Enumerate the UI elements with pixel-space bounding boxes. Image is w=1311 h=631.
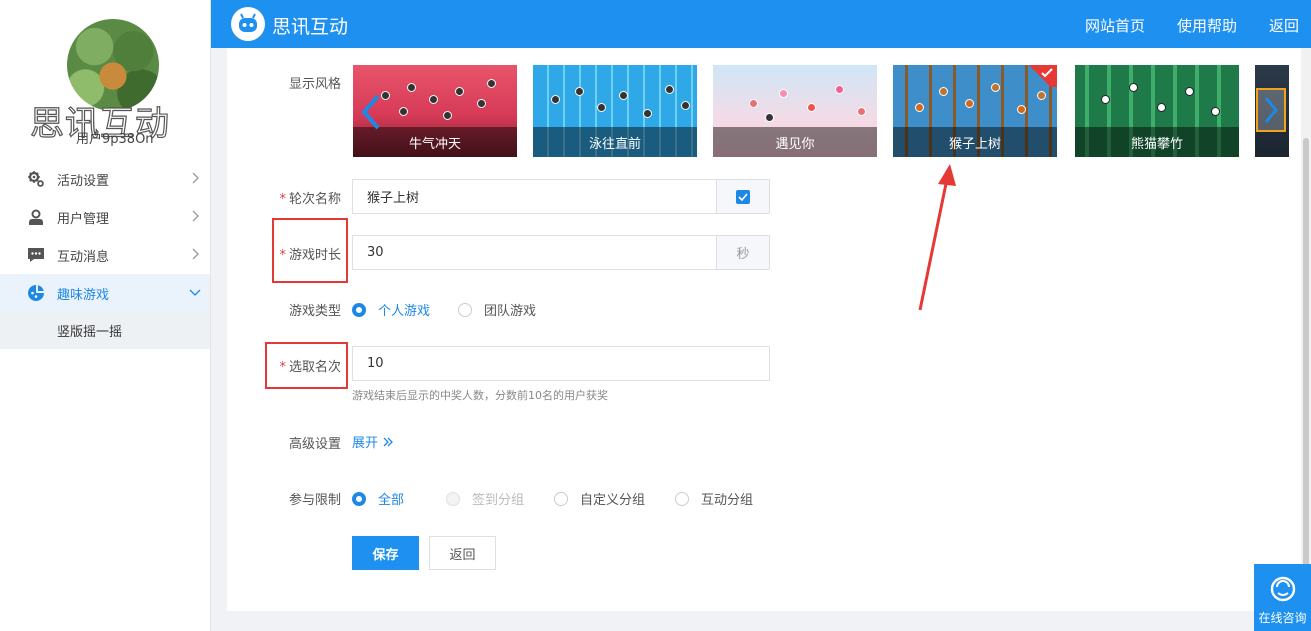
chevron-right-icon xyxy=(1264,97,1278,123)
advanced-label: 高级设置 xyxy=(288,437,341,452)
checkbox-checked-icon[interactable] xyxy=(736,189,750,204)
duration-unit: 秒 xyxy=(716,235,770,270)
rank-input[interactable]: 10 xyxy=(352,346,770,381)
round-name-checkbox-addon[interactable] xyxy=(716,179,770,214)
annotation-box-rank xyxy=(265,342,348,389)
advanced-expand-link[interactable]: 展开 xyxy=(352,432,394,451)
style-name: 泳往直前 xyxy=(533,127,697,157)
headset-icon xyxy=(1270,576,1295,602)
sidebar-item-label: 活动设置 xyxy=(57,173,110,189)
scrollbar[interactable] xyxy=(1301,48,1311,631)
annotation-box-duration xyxy=(272,218,348,283)
chevron-right-icon xyxy=(192,210,199,222)
sidebar-item-user-management[interactable]: 用户管理 xyxy=(0,198,210,236)
game-type-radio-group: 个人游戏 团队游戏 xyxy=(352,300,564,319)
radio-individual-game[interactable]: 个人游戏 xyxy=(352,300,430,319)
duration-input[interactable]: 30 xyxy=(352,235,718,270)
radio-interactive-group[interactable]: 互动分组 xyxy=(675,489,753,508)
nav-back-link[interactable]: 返回 xyxy=(1269,15,1299,36)
gear-icon xyxy=(27,170,45,188)
game-icon xyxy=(27,284,45,302)
username: 用户9p38On xyxy=(76,132,154,147)
top-nav: 网站首页 使用帮助 返回 xyxy=(1085,15,1299,36)
carousel-next-button[interactable] xyxy=(1256,88,1286,132)
nav-home-link[interactable]: 网站首页 xyxy=(1085,15,1145,36)
online-consult-label: 在线咨询 xyxy=(1258,611,1307,625)
chevron-down-icon xyxy=(189,289,201,296)
sidebar-item-label: 用户管理 xyxy=(57,211,110,227)
sidebar-menu: 活动设置 用户管理 互动消息 趣味游戏 竖版摇一摇 xyxy=(0,160,210,349)
sidebar-item-label: 互动消息 xyxy=(57,249,110,265)
chat-icon xyxy=(27,246,45,264)
style-name: 猴子上树 xyxy=(893,127,1057,157)
style-thumb-houzi[interactable]: 猴子上树 xyxy=(893,65,1057,157)
limit-label: 参与限制 xyxy=(288,493,341,508)
sidebar-item-messages[interactable]: 互动消息 xyxy=(0,236,210,274)
back-button[interactable]: 返回 xyxy=(429,536,496,570)
brand-name: 思讯互动 xyxy=(272,16,349,38)
style-thumb-xiongmao[interactable]: 熊猫攀竹 xyxy=(1075,65,1239,157)
style-thumb-yujian[interactable]: 遇见你 xyxy=(713,65,877,157)
style-name: 遇见你 xyxy=(713,127,877,157)
save-button[interactable]: 保存 xyxy=(352,536,419,570)
radio-team-game[interactable]: 团队游戏 xyxy=(458,300,536,319)
style-name: 熊猫攀竹 xyxy=(1075,127,1239,157)
sidebar-subitem-vertical-shake[interactable]: 竖版摇一摇 xyxy=(0,312,210,349)
sidebar-item-activity-settings[interactable]: 活动设置 xyxy=(0,160,210,198)
round-name-input[interactable]: 猴子上树 xyxy=(352,179,718,214)
rank-hint: 游戏结束后显示的中奖人数，分数前10名的用户获奖 xyxy=(352,389,608,402)
carousel-prev-icon[interactable] xyxy=(358,92,386,132)
radio-all[interactable]: 全部 xyxy=(352,489,404,508)
radio-custom-group[interactable]: 自定义分组 xyxy=(554,489,645,508)
top-bar: 思讯互动 网站首页 使用帮助 返回 xyxy=(211,0,1311,48)
sidebar: 思讯互动 用户9p38On 活动设置 用户管理 互动消息 趣味游戏 竖版摇一摇 xyxy=(0,0,211,631)
limit-radio-group: 全部 签到分组 自定义分组 互动分组 xyxy=(352,489,781,508)
sidebar-item-fun-games[interactable]: 趣味游戏 xyxy=(0,274,210,312)
chevron-right-icon xyxy=(192,172,199,184)
selected-check-icon xyxy=(1023,65,1057,87)
user-icon xyxy=(27,208,45,226)
game-type-label: 游戏类型 xyxy=(288,304,341,319)
annotation-arrow-icon xyxy=(918,164,956,311)
style-thumb-yongwang[interactable]: 泳往直前 xyxy=(533,65,697,157)
chevron-right-icon xyxy=(192,248,199,260)
online-consult-button[interactable]: 在线咨询 xyxy=(1254,564,1311,631)
double-chevron-right-icon xyxy=(383,437,393,446)
round-name-label: * 轮次名称 xyxy=(279,192,341,207)
nav-help-link[interactable]: 使用帮助 xyxy=(1177,15,1237,36)
radio-signin-group: 签到分组 xyxy=(446,489,524,508)
scrollbar-thumb[interactable] xyxy=(1303,138,1309,618)
sidebar-item-label: 趣味游戏 xyxy=(57,287,110,303)
logo-icon xyxy=(231,7,265,41)
style-label: 显示风格 xyxy=(288,77,341,92)
